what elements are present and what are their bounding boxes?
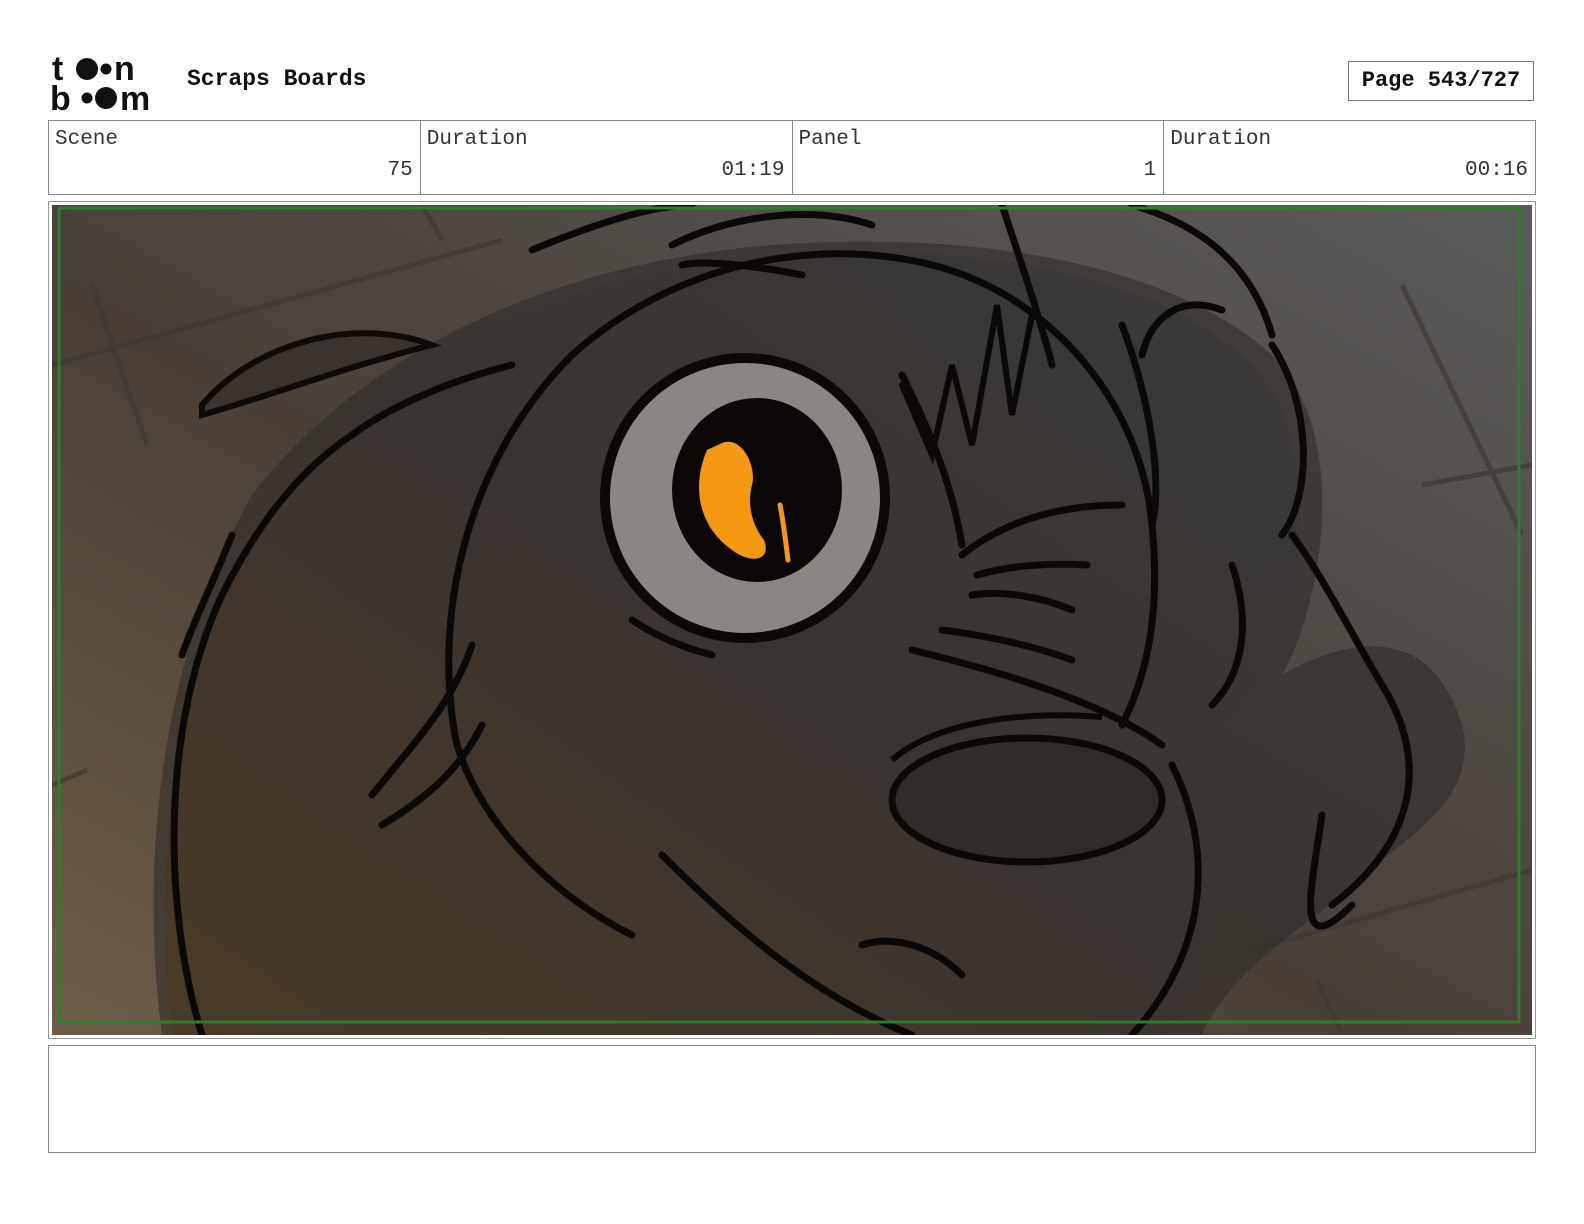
document-title: Scraps Boards <box>187 66 367 92</box>
storyboard-panel-image <box>52 205 1532 1035</box>
scene-duration-value: 01:19 <box>721 159 785 182</box>
scene-duration-cell: Duration 01:19 <box>421 121 793 194</box>
panel-duration-label: Duration <box>1170 128 1272 151</box>
panel-duration-value: 00:16 <box>1464 159 1528 182</box>
svg-text:b: b <box>50 80 71 112</box>
panel-notes-area <box>48 1045 1536 1153</box>
panel-cell: Panel 1 <box>793 121 1165 194</box>
panel-label: Panel <box>798 128 862 151</box>
scene-cell: Scene 75 <box>49 121 421 194</box>
scene-info-table: Scene 75 Duration 01:19 Panel 1 Duration… <box>48 120 1536 195</box>
page-indicator: Page 543/727 <box>1348 61 1534 101</box>
panel-duration-cell: Duration 00:16 <box>1164 121 1535 194</box>
scene-label: Scene <box>55 128 119 151</box>
toon-boom-logo: t n b m <box>50 50 150 112</box>
panel-value: 1 <box>1143 159 1157 182</box>
svg-text:m: m <box>120 80 150 112</box>
scene-duration-label: Duration <box>426 128 528 151</box>
scene-value: 75 <box>387 159 413 182</box>
